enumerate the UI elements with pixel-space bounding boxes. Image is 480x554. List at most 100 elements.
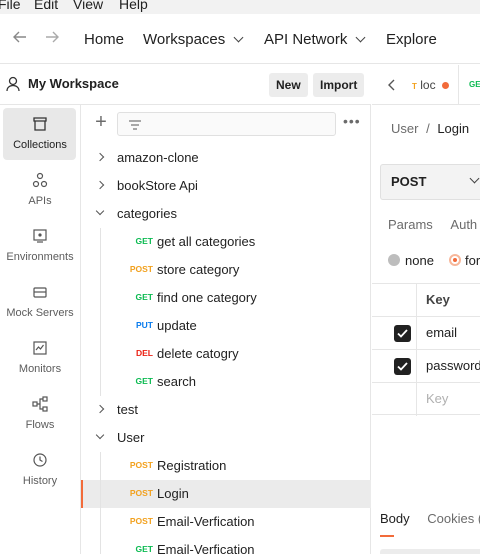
tree-item-name: amazon-clone bbox=[117, 150, 199, 165]
chevron-down-icon bbox=[469, 173, 480, 184]
request-name: delete catogry bbox=[157, 346, 239, 361]
request-item[interactable]: POST Registration bbox=[81, 452, 371, 480]
request-item[interactable]: PUT update bbox=[81, 312, 371, 340]
request-tabs: Params Auth bbox=[388, 217, 477, 232]
request-item[interactable]: POST store category bbox=[81, 256, 371, 284]
menu-file[interactable]: File bbox=[0, 0, 21, 12]
tab-authorization[interactable]: Auth bbox=[450, 217, 477, 232]
apis-icon bbox=[0, 172, 80, 190]
kv-key-placeholder[interactable]: Key bbox=[426, 391, 448, 406]
folder-item[interactable]: categories bbox=[81, 200, 371, 228]
request-item[interactable]: GET search bbox=[81, 368, 371, 396]
tab-response-body[interactable]: Body bbox=[380, 511, 410, 526]
tree-item-name: User bbox=[117, 430, 145, 445]
tabs-scroll-left-icon[interactable] bbox=[388, 78, 396, 96]
folder-item[interactable]: User bbox=[81, 424, 371, 452]
chevron-right-icon[interactable] bbox=[95, 152, 105, 162]
menu-help[interactable]: Help bbox=[119, 0, 148, 12]
monitors-icon bbox=[0, 340, 80, 358]
request-name: Registration bbox=[157, 458, 227, 473]
request-item[interactable]: DEL delete catogry bbox=[81, 340, 371, 368]
menu-edit[interactable]: Edit bbox=[34, 0, 58, 12]
request-item[interactable]: GET find one category bbox=[81, 284, 371, 312]
filter-icon bbox=[129, 120, 141, 130]
request-tab-login[interactable]: T loc bbox=[412, 78, 449, 92]
tab-response-cookies[interactable]: Cookies ( bbox=[427, 511, 480, 526]
sidebar-item-history[interactable]: History bbox=[0, 444, 80, 498]
response-tabs: Body Cookies ( bbox=[380, 511, 480, 526]
collection-item[interactable]: bookStore Api bbox=[81, 172, 371, 200]
method-select[interactable]: POST bbox=[380, 164, 480, 200]
request-method-badge: POST bbox=[129, 488, 153, 498]
add-collection-button[interactable]: + bbox=[91, 112, 111, 133]
filter-input[interactable] bbox=[117, 112, 336, 136]
request-item[interactable]: GET get all categories bbox=[81, 228, 371, 256]
request-name: Email-Verfication bbox=[157, 514, 255, 529]
sidebar-item-environments[interactable]: Environments bbox=[0, 220, 80, 274]
chevron-down-icon bbox=[233, 32, 244, 43]
kv-row: email bbox=[372, 316, 480, 349]
request-item[interactable]: POST Email-Verfication bbox=[81, 508, 371, 536]
request-pane: T loc GE User / Login POST Params Auth n… bbox=[372, 65, 480, 554]
workspace-header: My Workspace New Import bbox=[0, 65, 371, 105]
sidebar-iconbar: Collections APIs Environments Mock Serve… bbox=[0, 105, 81, 554]
request-tab-strip: T loc GE bbox=[372, 65, 480, 105]
request-name: store category bbox=[157, 262, 240, 277]
sidebar-item-monitors[interactable]: Monitors bbox=[0, 332, 80, 386]
request-method-badge: GET bbox=[135, 292, 153, 302]
chevron-down-icon[interactable] bbox=[95, 430, 105, 440]
request-name: get all categories bbox=[157, 234, 256, 249]
nav-api-network[interactable]: API Network bbox=[264, 31, 366, 48]
import-button[interactable]: Import bbox=[313, 73, 365, 97]
kv-row: password bbox=[372, 349, 480, 382]
kv-row-checkbox[interactable] bbox=[394, 358, 411, 375]
filter-row: + ••• bbox=[81, 105, 371, 141]
chevron-down-icon[interactable] bbox=[95, 206, 105, 216]
request-method-badge: PUT bbox=[136, 320, 153, 330]
collection-item[interactable]: amazon-clone bbox=[81, 144, 371, 172]
request-method-badge: POST bbox=[129, 460, 153, 470]
mock-servers-icon bbox=[0, 284, 80, 302]
kv-new-row: Key bbox=[372, 382, 480, 415]
chevron-right-icon[interactable] bbox=[95, 180, 105, 190]
back-arrow-icon[interactable] bbox=[9, 26, 31, 48]
environments-icon bbox=[0, 228, 80, 246]
menu-bar: File Edit View Help bbox=[0, 0, 480, 14]
sidebar-item-flows[interactable]: Flows bbox=[0, 388, 80, 442]
kv-row-checkbox[interactable] bbox=[394, 325, 411, 342]
request-method-badge: POST bbox=[129, 516, 153, 526]
kv-header-row: Key bbox=[372, 283, 480, 416]
radio-none[interactable] bbox=[388, 254, 400, 266]
chevron-right-icon[interactable] bbox=[95, 404, 105, 414]
request-name: update bbox=[157, 318, 197, 333]
request-title: Login bbox=[437, 121, 470, 136]
forward-arrow-icon[interactable] bbox=[41, 26, 63, 48]
nav-explore[interactable]: Explore bbox=[386, 31, 437, 48]
request-item[interactable]: GET Email-Verfication bbox=[81, 536, 371, 554]
menu-view[interactable]: View bbox=[73, 0, 103, 12]
nav-workspaces[interactable]: Workspaces bbox=[143, 31, 244, 48]
collections-icon bbox=[0, 116, 80, 134]
top-navigation: Home Workspaces API Network Explore bbox=[0, 14, 480, 64]
tree-item-name: bookStore Api bbox=[117, 178, 198, 193]
unsaved-dot-icon bbox=[441, 82, 449, 89]
collection-item[interactable]: test bbox=[81, 396, 371, 424]
sidebar-item-collections[interactable]: Collections bbox=[0, 108, 80, 162]
sidebar-item-mock-servers[interactable]: Mock Servers bbox=[0, 276, 80, 330]
workspace-title: My Workspace bbox=[28, 76, 119, 91]
user-icon bbox=[6, 76, 20, 97]
new-button[interactable]: New bbox=[269, 73, 308, 97]
tree-item-name: categories bbox=[117, 206, 177, 221]
tab-params[interactable]: Params bbox=[388, 217, 433, 232]
radio-form-data[interactable] bbox=[449, 254, 461, 266]
request-tab-next[interactable]: GE bbox=[469, 80, 480, 89]
nav-home[interactable]: Home bbox=[84, 31, 124, 48]
flows-icon bbox=[0, 396, 80, 414]
request-item[interactable]: POST Login bbox=[81, 480, 371, 508]
collections-panel: + ••• amazon-clone bookStore Api categorie… bbox=[81, 105, 371, 554]
request-method-badge: GET bbox=[135, 236, 153, 246]
history-icon bbox=[0, 452, 80, 470]
sidebar-item-apis[interactable]: APIs bbox=[0, 164, 80, 218]
more-options-icon[interactable]: ••• bbox=[343, 113, 361, 129]
chevron-down-icon bbox=[355, 32, 366, 43]
